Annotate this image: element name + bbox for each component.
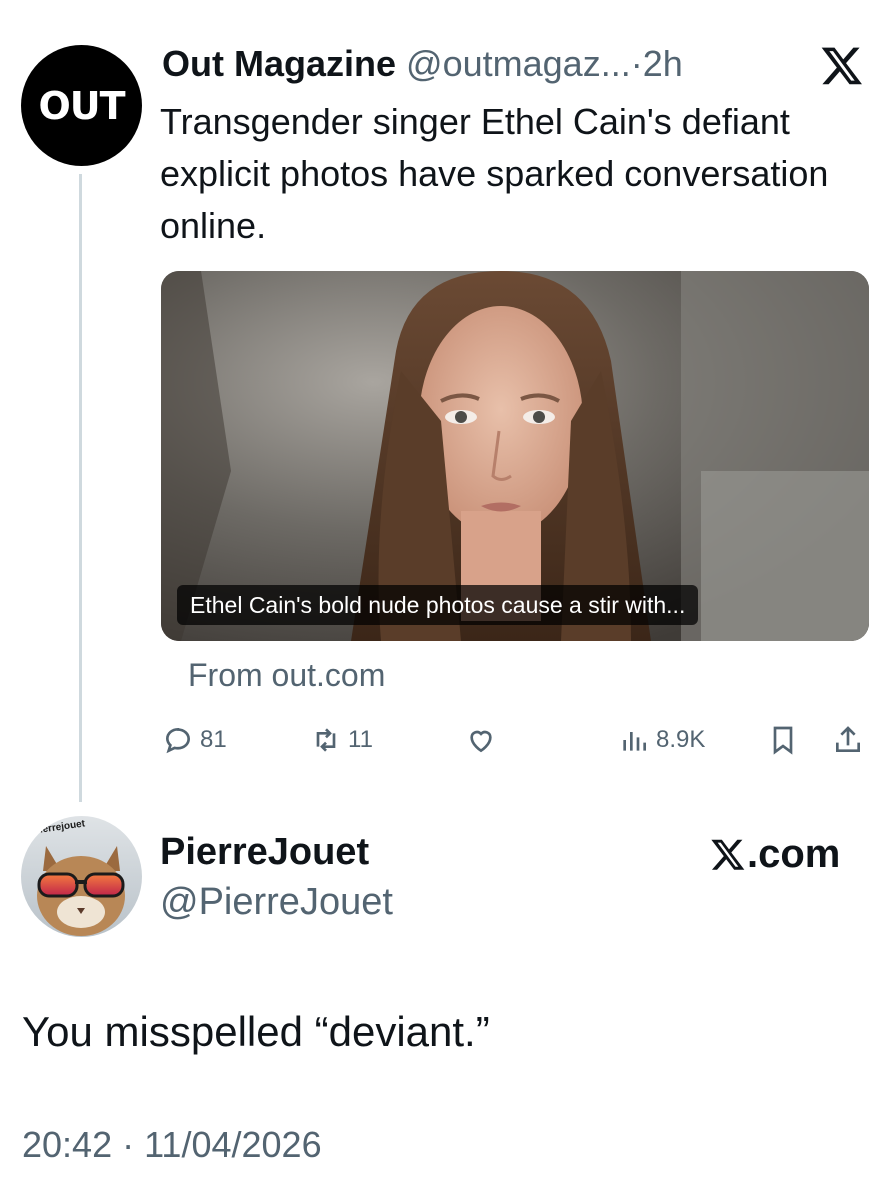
out-magazine-avatar[interactable]: OUT [21, 45, 142, 166]
repost-count: 11 [348, 726, 373, 753]
timestamp[interactable]: 20:42 · 11/04/2026 [22, 1122, 322, 1168]
separator-dot: · [630, 43, 643, 84]
reply-text: You misspelled “deviant.” [22, 1008, 490, 1055]
views-action[interactable]: 8.9K [618, 722, 705, 758]
views-chart-icon [623, 732, 646, 751]
card-source-link[interactable]: From out.com [188, 654, 385, 696]
share-icon [836, 726, 860, 752]
x-logo-icon [711, 839, 745, 870]
link-preview-card[interactable]: Ethel Cain's bold nude photos cause a st… [161, 271, 869, 641]
author-name[interactable]: Out Magazine [162, 43, 396, 84]
card-caption: Ethel Cain's bold nude photos cause a st… [177, 585, 699, 625]
bookmark-icon [773, 726, 793, 755]
reply-icon [165, 727, 191, 754]
views-count: 8.9K [656, 726, 706, 753]
quoted-tweet-text: Transgender singer Ethel Cain's defiant … [160, 101, 829, 246]
author-handle[interactable]: @PierreJouet [160, 880, 393, 924]
x-logo-icon [821, 47, 862, 85]
pierrejouet-avatar[interactable]: Pierrejouet [21, 816, 142, 937]
author-name[interactable]: PierreJouet [160, 830, 369, 874]
bookmark-action[interactable] [767, 722, 799, 758]
heart-icon [470, 730, 492, 753]
share-action[interactable] [832, 722, 864, 758]
reply-action[interactable]: 81 [162, 722, 227, 758]
x-com-brand: .com [709, 830, 840, 878]
thread-connector-line [79, 174, 82, 802]
tweet-time[interactable]: 2h [643, 43, 683, 84]
repost-action[interactable]: 11 [310, 722, 373, 758]
author-handle[interactable]: @outmagaz... [406, 43, 631, 84]
like-action[interactable] [465, 722, 497, 758]
x-com-text: .com [747, 832, 841, 876]
quoted-tweet-header: Out Magazine @outmagaz...·2h [162, 42, 683, 86]
reply-count: 81 [200, 726, 227, 753]
repost-icon [316, 728, 336, 752]
